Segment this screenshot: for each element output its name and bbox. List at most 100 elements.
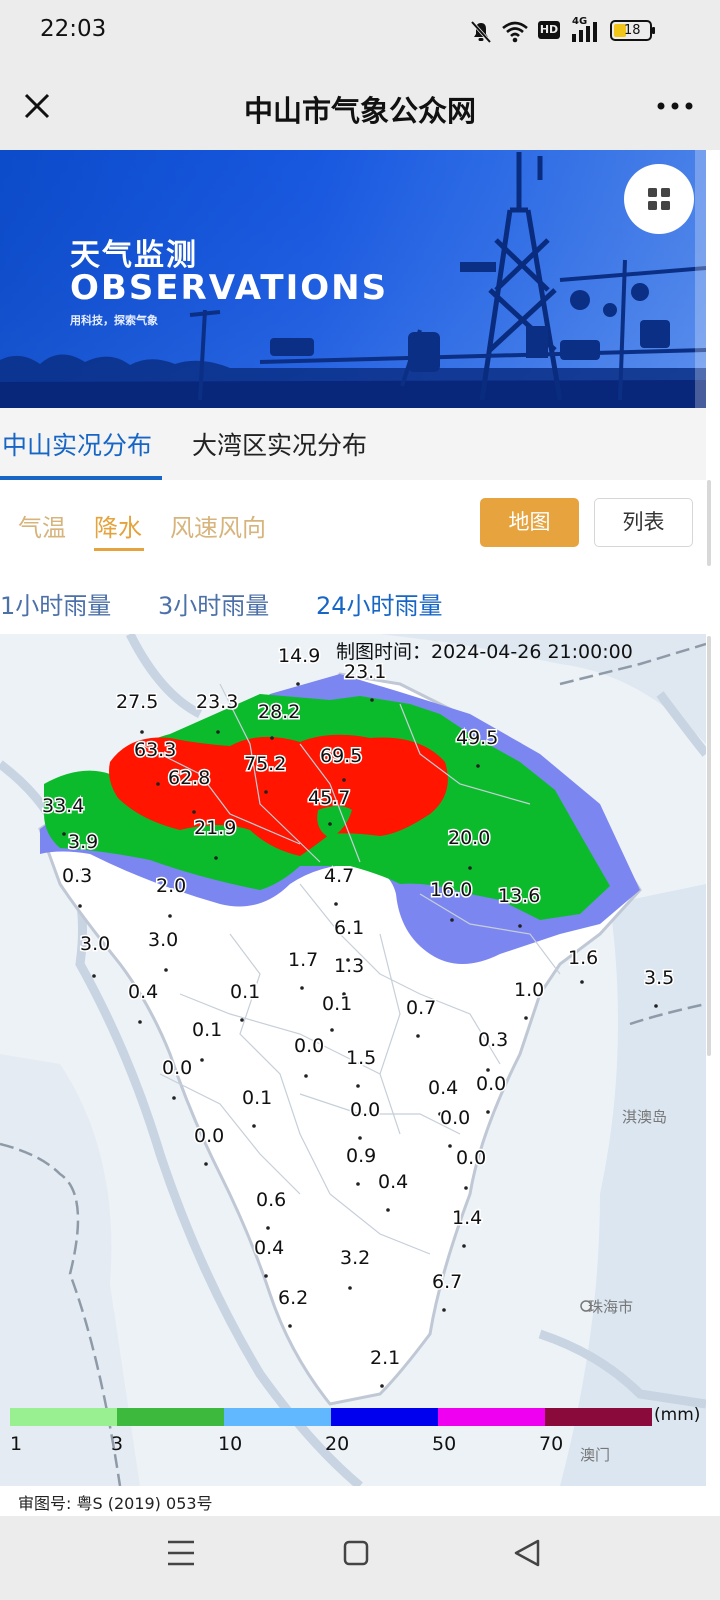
station-value[interactable]: 16.0 (429, 878, 474, 903)
banner-title-en: OBSERVATIONS (70, 268, 389, 308)
station-value[interactable]: 13.6 (497, 884, 542, 909)
tab-zhongshan[interactable]: 中山实况分布 (2, 426, 152, 462)
station-value[interactable]: 0.4 (377, 1170, 410, 1195)
station-dot (252, 1124, 256, 1128)
station-value[interactable]: 0.0 (161, 1056, 194, 1081)
map-view-button[interactable]: 地图 (480, 498, 579, 547)
station-value[interactable]: 0.0 (293, 1034, 326, 1059)
tab-precipitation[interactable]: 降水 (94, 508, 142, 543)
station-dot (386, 1208, 390, 1212)
station-value[interactable]: 0.4 (127, 980, 160, 1005)
station-value[interactable]: 4.7 (323, 864, 356, 889)
station-value[interactable]: 45.7 (307, 786, 352, 811)
station-value[interactable]: 14.9 (277, 644, 322, 669)
station-dot (328, 822, 332, 826)
rainfall-map-canvas[interactable]: 淇澳岛 珠海市 澳门 制图时间：2024-04-26 21:00:00 14.9… (0, 634, 706, 1486)
station-value[interactable]: 0.0 (455, 1146, 488, 1171)
station-value[interactable]: 23.3 (195, 690, 240, 715)
station-value[interactable]: 3.2 (339, 1246, 372, 1271)
station-dot (442, 1308, 446, 1312)
station-value[interactable]: 0.9 (345, 1144, 378, 1169)
station-dot (140, 730, 144, 734)
station-dot (468, 866, 472, 870)
page-title: 中山市气象公众网 (243, 94, 476, 128)
station-value[interactable]: 6.2 (277, 1286, 310, 1311)
station-value[interactable]: 0.1 (321, 992, 354, 1017)
station-value[interactable]: 28.2 (257, 700, 302, 725)
station-dot (204, 1162, 208, 1166)
tab-wind[interactable]: 风速风向 (170, 508, 266, 543)
station-value[interactable]: 27.5 (115, 690, 160, 715)
station-value[interactable]: 0.4 (253, 1236, 286, 1261)
station-value[interactable]: 0.1 (241, 1086, 274, 1111)
list-view-button[interactable]: 列表 (594, 498, 693, 547)
station-value[interactable]: 3.0 (79, 932, 112, 957)
station-dot (264, 1274, 268, 1278)
tab-3h-rain[interactable]: 3小时雨量 (158, 586, 269, 621)
station-value[interactable]: 0.3 (477, 1028, 510, 1053)
station-value[interactable]: 3.5 (643, 966, 676, 991)
station-value[interactable]: 1.5 (345, 1046, 378, 1071)
station-dot (486, 1110, 490, 1114)
battery-icon: 18 (610, 20, 655, 41)
status-time: 22:03 (40, 16, 107, 42)
station-value[interactable]: 1.3 (333, 954, 366, 979)
station-value[interactable]: 0.7 (405, 996, 438, 1021)
station-value[interactable]: 63.3 (133, 738, 178, 763)
grid-menu-button[interactable] (624, 164, 694, 234)
place-label-zhuhai: 珠海市 (588, 1298, 633, 1316)
station-dot (164, 968, 168, 972)
station-dot (416, 1034, 420, 1038)
period-tabs: 1小时雨量 3小时雨量 24小时雨量 (0, 568, 706, 634)
station-value[interactable]: 6.7 (431, 1270, 464, 1295)
station-value[interactable]: 33.4 (41, 794, 86, 819)
app-screen: 22:03 HD 4G 18 中山市气象公众网 天气监测 OBSERVATION… (0, 0, 720, 1600)
station-value[interactable]: 21.9 (193, 816, 238, 841)
station-value[interactable]: 62.8 (167, 766, 212, 791)
station-value[interactable]: 75.2 (243, 752, 288, 777)
station-value[interactable]: 3.0 (147, 928, 180, 953)
home-square-icon[interactable] (343, 1540, 369, 1566)
station-dot (518, 924, 522, 928)
scrollbar-top[interactable] (707, 480, 711, 566)
station-value[interactable]: 0.0 (439, 1106, 472, 1131)
station-value[interactable]: 0.0 (349, 1098, 382, 1123)
station-value[interactable]: 2.0 (155, 874, 188, 899)
station-value[interactable]: 0.6 (255, 1188, 288, 1213)
station-value[interactable]: 1.6 (567, 946, 600, 971)
station-value[interactable]: 23.1 (343, 660, 388, 685)
station-value[interactable]: 0.0 (475, 1072, 508, 1097)
menu-icon[interactable] (168, 1540, 194, 1566)
rainfall-map[interactable]: 淇澳岛 珠海市 澳门 制图时间：2024-04-26 21:00:00 14.9… (0, 634, 706, 1486)
tab-greater-bay-area[interactable]: 大湾区实况分布 (192, 426, 367, 462)
station-value[interactable]: 69.5 (319, 744, 364, 769)
legend-label: 1 (10, 1433, 22, 1455)
scrollbar-map[interactable] (707, 636, 711, 1056)
station-value[interactable]: 1.4 (451, 1206, 484, 1231)
more-horizontal-icon (657, 102, 693, 110)
hd-badge: HD (538, 21, 560, 39)
tab-24h-rain[interactable]: 24小时雨量 (316, 586, 443, 621)
station-value[interactable]: 0.3 (61, 864, 94, 889)
station-value[interactable]: 0.4 (427, 1076, 460, 1101)
station-value[interactable]: 0.0 (193, 1124, 226, 1149)
system-nav-bar (0, 1516, 720, 1600)
station-value[interactable]: 0.1 (229, 980, 262, 1005)
tab-temperature[interactable]: 气温 (18, 508, 66, 543)
station-dot (654, 1004, 658, 1008)
back-triangle-icon[interactable] (514, 1539, 540, 1567)
station-value[interactable]: 49.5 (455, 726, 500, 751)
station-value[interactable]: 0.1 (191, 1018, 224, 1043)
station-value[interactable]: 1.7 (287, 948, 320, 973)
legend-swatch (438, 1408, 545, 1426)
tab-1h-rain[interactable]: 1小时雨量 (0, 586, 111, 621)
station-value[interactable]: 1.0 (513, 978, 546, 1003)
station-value[interactable]: 3.9 (67, 830, 100, 855)
station-value[interactable]: 20.0 (447, 826, 492, 851)
legend-label: 70 (539, 1433, 563, 1455)
more-button[interactable] (650, 86, 700, 128)
station-value[interactable]: 6.1 (333, 916, 366, 941)
observations-banner: 天气监测 OBSERVATIONS 用科技，探索气象 (0, 150, 706, 408)
station-value[interactable]: 2.1 (369, 1346, 402, 1371)
station-dot (524, 1016, 528, 1020)
